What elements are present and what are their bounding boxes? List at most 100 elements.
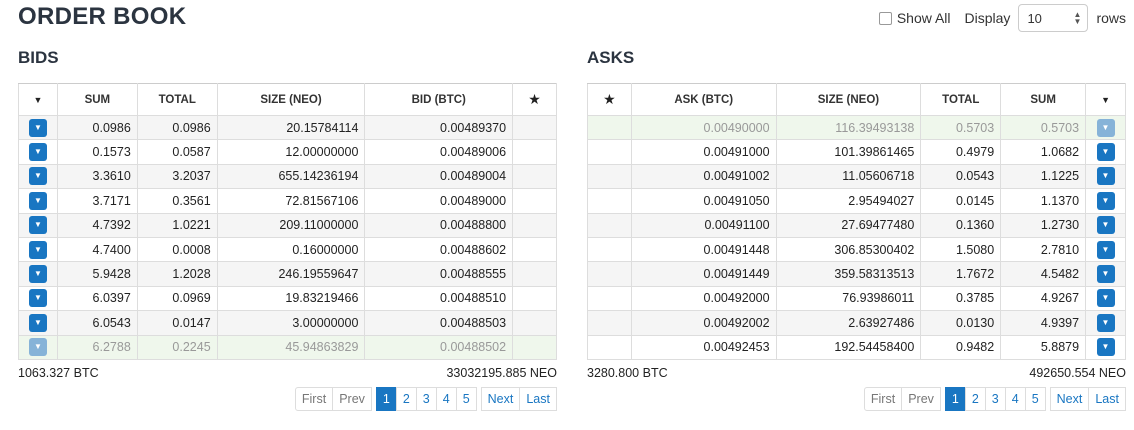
caret-down-icon: ▼: [33, 94, 43, 105]
bids-header-size[interactable]: SIZE (NEO): [216, 83, 366, 116]
favorite-cell[interactable]: [512, 163, 557, 190]
row-action-button[interactable]: ▼: [28, 265, 47, 284]
pager-page-3[interactable]: 3: [984, 387, 1006, 411]
asks-cell-size: 2.63927486: [775, 310, 922, 336]
favorite-cell[interactable]: [512, 188, 557, 214]
bids-cell-sum: 6.0543: [56, 310, 138, 336]
row-action-button[interactable]: ▼: [28, 289, 47, 308]
pager-last-button[interactable]: Last: [1088, 387, 1126, 411]
favorite-cell[interactable]: [587, 236, 632, 263]
bids-cell-size: 45.94863829: [216, 334, 366, 360]
row-action-button[interactable]: ▼: [1096, 191, 1115, 210]
favorite-cell[interactable]: [587, 139, 632, 165]
asks-cell-size: 76.93986011: [775, 285, 922, 312]
favorite-cell[interactable]: [512, 236, 557, 263]
asks-favorite-column[interactable]: ★: [587, 83, 632, 116]
pager-first-button[interactable]: First: [863, 387, 903, 411]
pager-page-4[interactable]: 4: [435, 387, 457, 411]
asks-sort-column[interactable]: ▼: [1085, 83, 1126, 116]
favorite-cell[interactable]: [512, 334, 557, 360]
asks-cell-price: 0.00490000: [630, 114, 777, 141]
bids-rows: ▼ 0.0986 0.0986 20.15784114 0.00489370 ▼ 0.157…: [18, 114, 557, 360]
pager-prev-button[interactable]: Prev: [901, 387, 941, 411]
row-action-button[interactable]: ▼: [1096, 289, 1115, 308]
favorite-cell[interactable]: [587, 285, 632, 312]
pager-first-button[interactable]: First: [294, 387, 334, 411]
row-action-button[interactable]: ▼: [28, 338, 47, 357]
pager-page-2[interactable]: 2: [395, 387, 417, 411]
pager-page-5[interactable]: 5: [455, 387, 477, 411]
bids-sort-column[interactable]: ▼: [18, 83, 58, 116]
asks-header-sum[interactable]: SUM: [1000, 83, 1087, 116]
bids-cell-sum: 3.7171: [56, 188, 138, 214]
favorite-cell[interactable]: [587, 212, 632, 238]
favorite-cell[interactable]: [587, 310, 632, 336]
bids-favorite-column[interactable]: ★: [512, 83, 557, 116]
pager-last-button[interactable]: Last: [519, 387, 557, 411]
asks-cell-total: 0.0145: [920, 188, 1002, 214]
row-action-button[interactable]: ▼: [28, 313, 47, 332]
row-action-button[interactable]: ▼: [28, 216, 47, 235]
row-action-button[interactable]: ▼: [28, 167, 47, 186]
bids-cell-price: 0.00489370: [364, 114, 514, 141]
favorite-cell[interactable]: [587, 261, 632, 287]
pager-page-1[interactable]: 1: [944, 387, 966, 411]
favorite-cell[interactable]: [587, 334, 632, 360]
asks-cell-price: 0.00491000: [630, 139, 777, 165]
show-all-checkbox[interactable]: [878, 11, 892, 25]
row-action-button[interactable]: ▼: [28, 240, 47, 259]
bids-header-total[interactable]: TOTAL: [136, 83, 218, 116]
pager-next-button[interactable]: Next: [1049, 387, 1090, 411]
bids-header-sum[interactable]: SUM: [56, 83, 138, 116]
favorite-cell[interactable]: [587, 188, 632, 214]
asks-cell-price: 0.00491050: [630, 188, 777, 214]
row-action-button[interactable]: ▼: [1096, 338, 1115, 357]
pager-page-2[interactable]: 2: [964, 387, 986, 411]
row-action-button[interactable]: ▼: [28, 191, 47, 210]
display-label: Display: [964, 10, 1011, 26]
bids-cell-total: 0.0587: [136, 139, 218, 165]
row-action-button[interactable]: ▼: [1096, 265, 1115, 284]
asks-header-total[interactable]: TOTAL: [920, 83, 1002, 116]
chevron-down-icon: ▼: [1101, 195, 1110, 205]
bids-cell-price: 0.00488800: [364, 212, 514, 238]
row-action-button[interactable]: ▼: [28, 143, 47, 162]
chevron-down-icon: ▼: [1101, 342, 1110, 352]
row-action-button[interactable]: ▼: [1096, 143, 1115, 162]
pager-next-button[interactable]: Next: [480, 387, 521, 411]
caret-down-icon: ▼: [1101, 94, 1110, 105]
bids-cell-price: 0.00488502: [364, 334, 514, 360]
favorite-cell[interactable]: [512, 212, 557, 238]
row-action-button[interactable]: ▼: [28, 118, 47, 137]
bids-cell-sum: 4.7392: [56, 212, 138, 238]
display-controls: Show All Display 10 ▲ ▼ rows: [878, 4, 1126, 32]
asks-header-price[interactable]: ASK (BTC): [630, 83, 777, 116]
row-action-button[interactable]: ▼: [1096, 240, 1115, 259]
row-action-button[interactable]: ▼: [1096, 167, 1115, 186]
pager-prev-button[interactable]: Prev: [332, 387, 372, 411]
favorite-cell[interactable]: [512, 114, 557, 141]
asks-header-size[interactable]: SIZE (NEO): [775, 83, 922, 116]
bids-cell-sum: 0.0986: [56, 114, 138, 141]
pager-page-4[interactable]: 4: [1004, 387, 1026, 411]
pager-page-1[interactable]: 1: [375, 387, 397, 411]
row-action-cell: ▼: [1085, 261, 1126, 287]
bids-cell-sum: 3.3610: [56, 163, 138, 190]
favorite-cell[interactable]: [512, 139, 557, 165]
row-action-button[interactable]: ▼: [1096, 216, 1115, 235]
row-action-button[interactable]: ▼: [1096, 118, 1115, 137]
favorite-cell[interactable]: [512, 261, 557, 287]
row-action-cell: ▼: [18, 334, 58, 360]
pager-page-5[interactable]: 5: [1024, 387, 1046, 411]
favorite-cell[interactable]: [587, 114, 632, 141]
favorite-cell[interactable]: [512, 285, 557, 312]
show-all-label[interactable]: Show All: [897, 10, 951, 26]
asks-cell-price: 0.00492453: [630, 334, 777, 360]
pager-page-3[interactable]: 3: [415, 387, 437, 411]
bids-cell-sum: 0.1573: [56, 139, 138, 165]
bids-header-price[interactable]: BID (BTC): [364, 83, 514, 116]
favorite-cell[interactable]: [587, 163, 632, 190]
rows-select[interactable]: 10 ▲ ▼: [1018, 4, 1089, 32]
favorite-cell[interactable]: [512, 310, 557, 336]
row-action-button[interactable]: ▼: [1096, 313, 1115, 332]
